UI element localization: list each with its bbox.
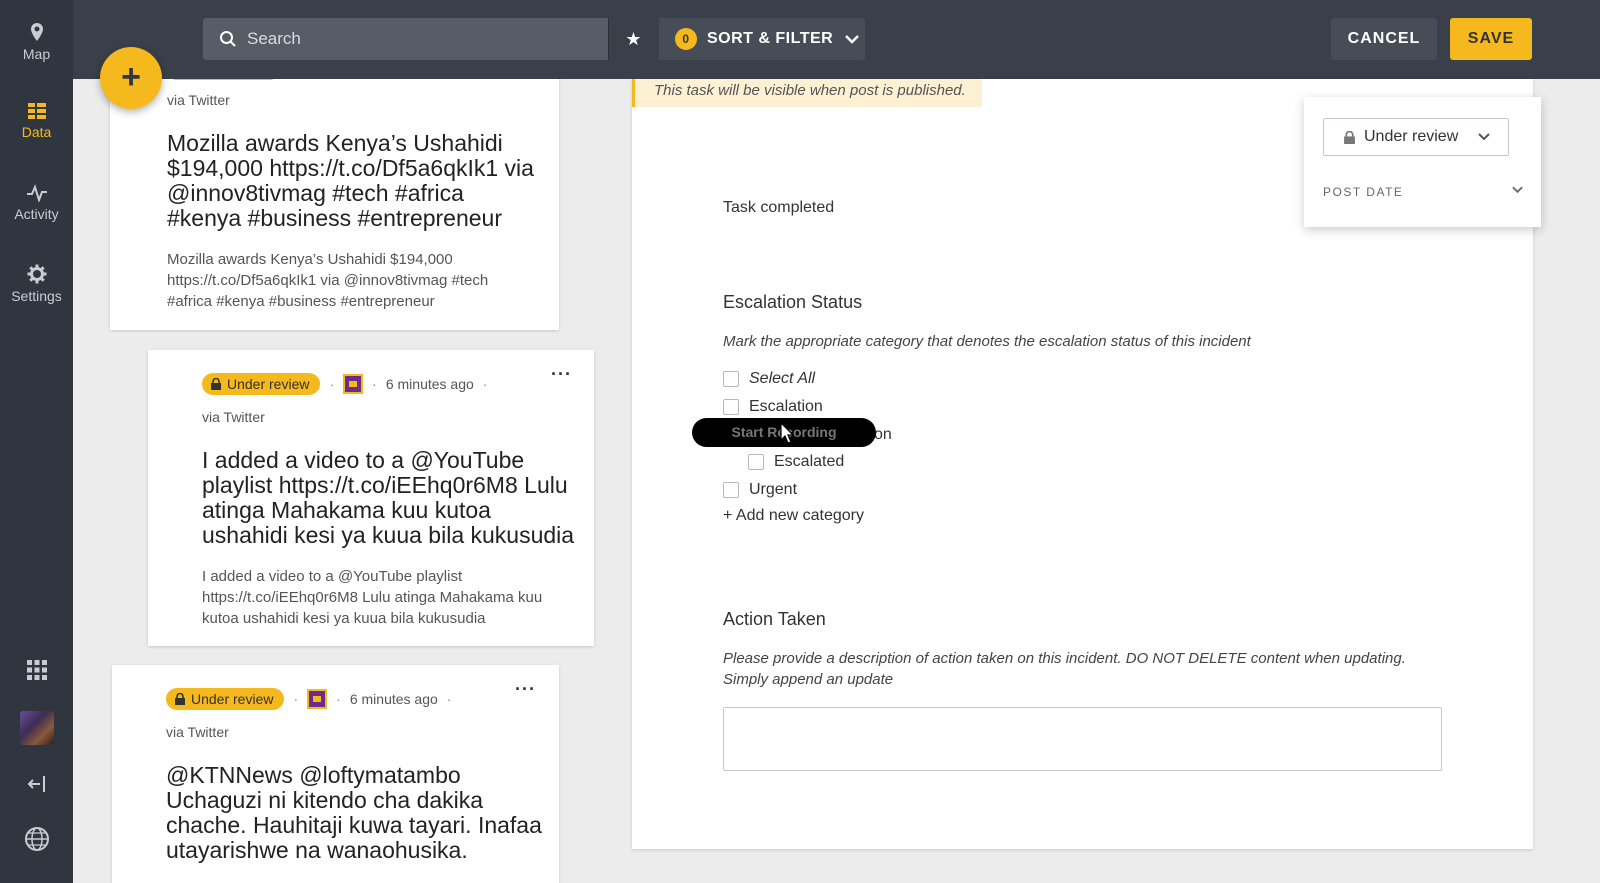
add-category-link[interactable]: + Add new category [723, 507, 864, 525]
more-options-button[interactable]: ··· [515, 679, 536, 700]
chevron-down-icon [845, 35, 860, 44]
checkbox-label-obscured: on [874, 426, 892, 443]
sort-filter-button[interactable]: 0 SORT & FILTER [659, 18, 865, 60]
star-icon: ★ [625, 29, 642, 49]
lock-icon [211, 378, 221, 390]
checkbox[interactable] [723, 399, 739, 415]
post-source: via Twitter [166, 724, 229, 740]
status-label: Under review [191, 691, 274, 707]
lock-icon [175, 693, 185, 705]
chevron-down-icon [1478, 133, 1490, 141]
post-status-panel: Under review POST DATE [1304, 97, 1541, 227]
post-meta: Under review · · 6 minutes ago · [166, 688, 460, 710]
sidebar-item-label: Settings [11, 288, 62, 304]
top-bar: ★ 0 SORT & FILTER CANCEL SAVE [73, 0, 1600, 79]
status-badge: Under review [166, 688, 285, 710]
filter-count-badge: 0 [675, 28, 697, 50]
search-box [203, 18, 608, 60]
post-date-label[interactable]: POST DATE [1323, 185, 1403, 199]
checkbox-urgent[interactable]: Urgent [723, 481, 797, 499]
sidebar-item-activity[interactable]: Activity [0, 184, 73, 222]
sidebar-item-data[interactable]: Data [0, 102, 73, 140]
map-pin-icon [30, 23, 43, 41]
checkbox-escalation[interactable]: Escalation [723, 398, 823, 416]
sort-filter-label: SORT & FILTER [707, 30, 834, 47]
checkbox[interactable] [748, 454, 764, 470]
sidebar-item-label: Map [22, 46, 51, 62]
user-icon [307, 689, 328, 709]
sidebar-item-label: Activity [14, 206, 59, 222]
escalation-status-title: Escalation Status [723, 292, 863, 312]
post-title[interactable]: @KTNNews @loftymatambo Uchaguzi ni kiten… [166, 763, 551, 863]
user-icon [343, 374, 364, 394]
scrollbar[interactable] [1568, 79, 1600, 883]
post-title[interactable]: Mozilla awards Kenya’s Ushahidi $194,000… [167, 131, 537, 231]
status-badge: Under review [202, 373, 321, 395]
chevron-down-icon[interactable] [1512, 186, 1523, 194]
avatar [19, 711, 54, 745]
action-taken-textarea[interactable] [723, 707, 1442, 771]
mouse-cursor-icon [780, 422, 794, 444]
checkbox-label: Urgent [749, 481, 798, 498]
search-input[interactable] [247, 18, 597, 60]
apps-grid-button[interactable] [0, 660, 73, 680]
checkbox-label: Select All [749, 370, 816, 387]
checkbox[interactable] [723, 371, 739, 387]
sidebar: Map Data Activity Settings [0, 0, 73, 883]
post-source: via Twitter [202, 409, 265, 425]
post-time: 6 minutes ago [385, 376, 474, 392]
ushahidi-logo [0, 826, 73, 852]
sidebar-item-label: Data [21, 124, 52, 140]
activity-icon [26, 184, 47, 202]
post-source: via Twitter [167, 92, 230, 108]
post-title[interactable]: I added a video to a @YouTube playlist h… [202, 448, 577, 548]
visibility-notice: This task will be visible when post is p… [632, 79, 982, 107]
logout-button[interactable] [0, 774, 73, 794]
grid-icon [26, 660, 47, 680]
checkbox-label: Escalation [749, 398, 823, 415]
post-body: Mozilla awards Kenya’s Ushahidi $194,000… [167, 251, 489, 310]
add-post-button[interactable]: + [100, 47, 162, 109]
checkbox-select-all[interactable]: Select All [723, 370, 815, 388]
post-meta: Under review · · 6 minutes ago · [202, 373, 496, 395]
user-avatar-button[interactable] [0, 711, 73, 745]
checkbox-escalated[interactable]: Escalated [748, 453, 844, 471]
status-label: Under review [227, 376, 310, 392]
escalation-status-description: Mark the appropriate category that denot… [723, 333, 1251, 350]
search-icon [220, 31, 236, 47]
post-card[interactable]: via Twitter Mozilla awards Kenya’s Ushah… [110, 79, 559, 330]
data-list-icon [27, 103, 46, 119]
gear-icon [27, 264, 46, 284]
post-card[interactable]: Under review · · 6 minutes ago · ··· via… [112, 665, 559, 883]
favorite-star-button[interactable]: ★ [608, 18, 658, 60]
globe-logo-icon [24, 827, 49, 851]
logout-icon [27, 776, 45, 792]
checkbox[interactable] [723, 482, 739, 498]
status-dropdown[interactable]: Under review [1323, 118, 1509, 156]
sidebar-item-map[interactable]: Map [0, 22, 73, 62]
post-time: 6 minutes ago [349, 691, 438, 707]
checkbox-label: Escalated [774, 453, 845, 470]
status-badge [168, 79, 278, 80]
action-taken-description: Please provide a description of action t… [723, 650, 1406, 688]
cancel-button[interactable]: CANCEL [1331, 18, 1437, 60]
more-options-button[interactable]: ··· [551, 364, 572, 385]
post-body: I added a video to a @YouTube playlist h… [202, 568, 543, 627]
save-button[interactable]: SAVE [1450, 18, 1532, 60]
action-taken-title: Action Taken [723, 609, 826, 629]
status-dropdown-value: Under review [1364, 128, 1459, 145]
task-completed-label: Task completed [723, 199, 835, 216]
post-feed[interactable]: via Twitter Mozilla awards Kenya’s Ushah… [73, 79, 600, 883]
post-card[interactable]: Under review · · 6 minutes ago · ··· via… [148, 350, 594, 646]
lock-icon [1344, 130, 1355, 144]
sidebar-item-settings[interactable]: Settings [0, 264, 73, 304]
